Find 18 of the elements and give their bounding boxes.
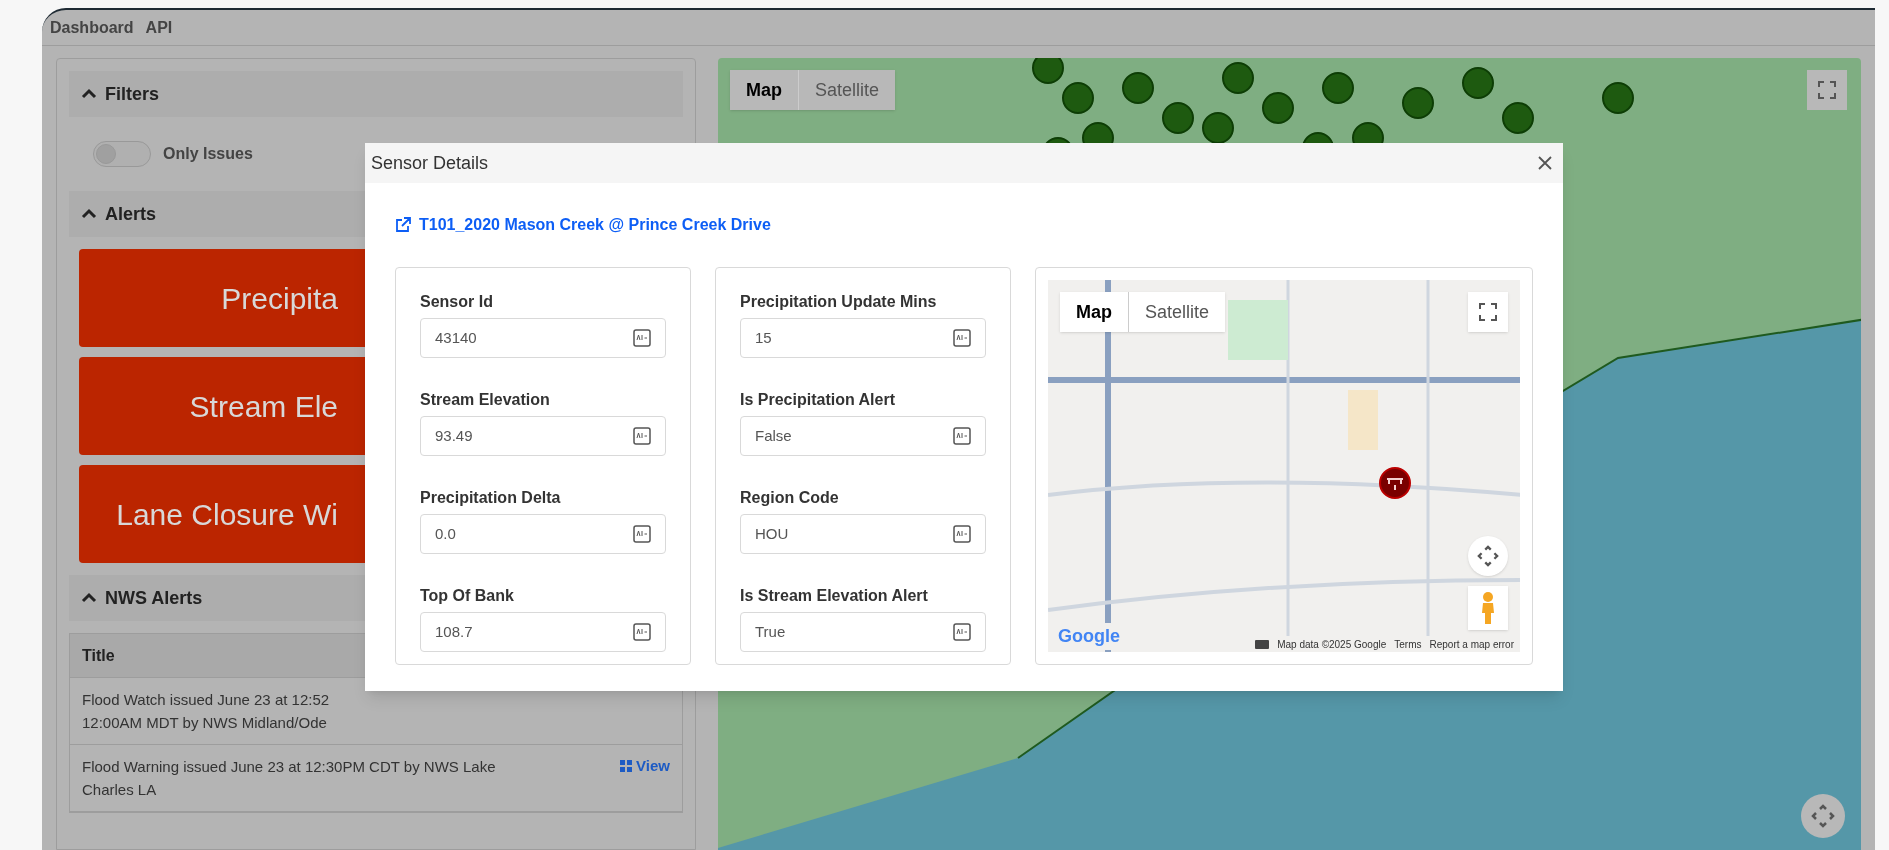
- section-title: Filters: [105, 82, 160, 106]
- field-label: Precipitation Delta: [420, 488, 562, 508]
- dialog-title: Sensor Details: [371, 151, 489, 175]
- field-label: Is Precipitation Alert: [740, 390, 896, 410]
- attribution-text: Map data ©2025 Google: [1277, 637, 1387, 652]
- section-title: NWS Alerts: [105, 586, 203, 610]
- table-cell-text: Flood Watch issued June 23 at 12:52 12:00AM MDT by NWS Midland/Ode: [82, 690, 331, 733]
- field-label: Sensor Id: [420, 292, 494, 312]
- field-label: Stream Elevation: [420, 390, 551, 410]
- column-header: Title: [82, 645, 115, 666]
- field-label: Region Code: [740, 488, 840, 508]
- section-title: Alerts: [105, 202, 157, 226]
- field-label: Is Stream Elevation Alert: [740, 586, 929, 606]
- field-label: Top Of Bank: [420, 586, 515, 606]
- map-logo: Google: [1056, 623, 1122, 650]
- field-label: Precipitation Update Mins: [740, 292, 938, 312]
- toggle-label: Only Issues: [163, 144, 253, 164]
- table-cell-text: Flood Warning issued June 23 at 12:30PM CDT by NWS Lake Charles LA: [82, 757, 497, 800]
